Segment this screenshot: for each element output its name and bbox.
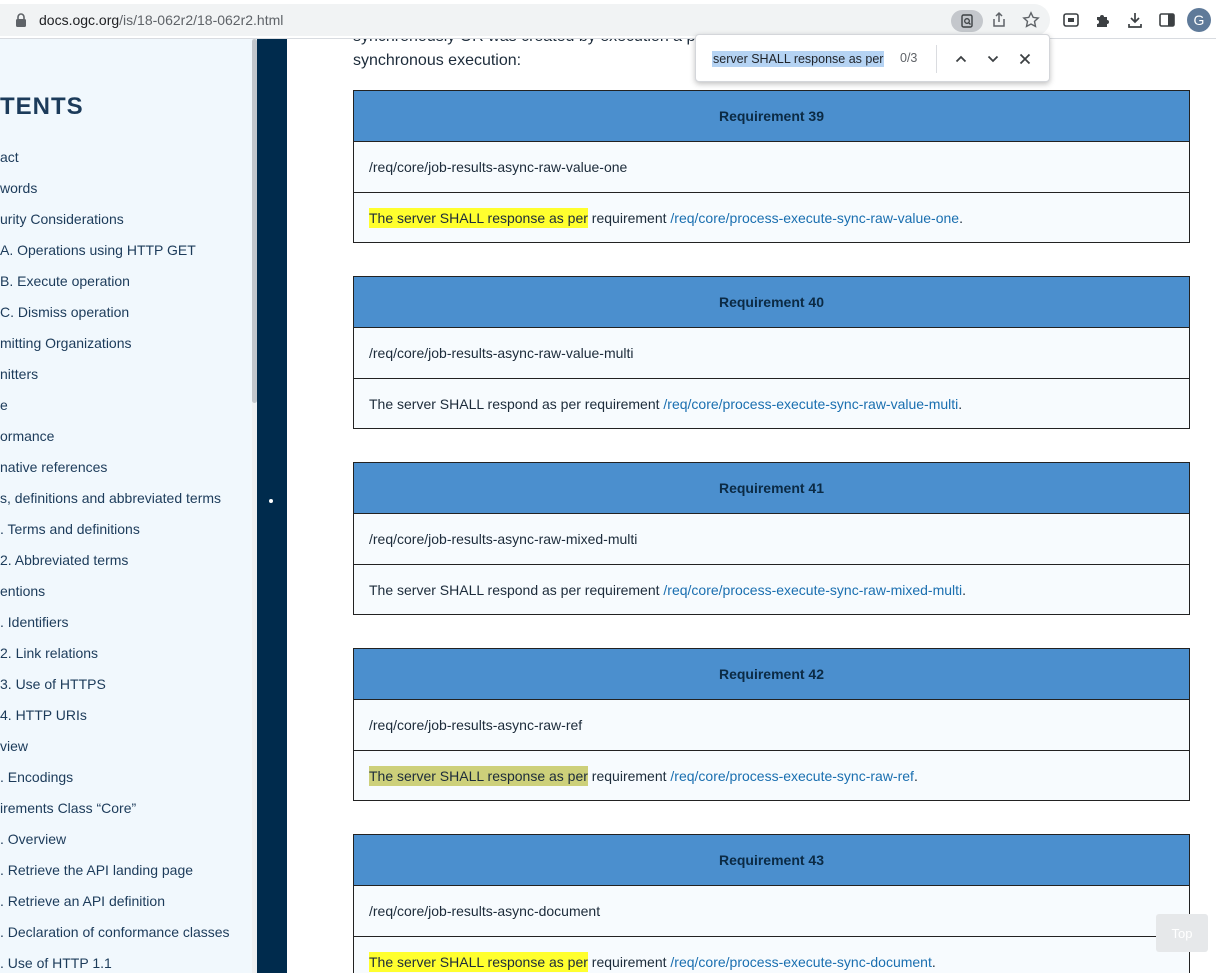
requirement-id: /req/core/job-results-async-raw-ref <box>354 700 1189 751</box>
requirement-link[interactable]: /req/core/process-execute-sync-raw-value… <box>663 396 958 412</box>
toc-item[interactable]: e <box>0 397 8 413</box>
requirement-statement: The server SHALL respond as per requirem… <box>354 379 1189 428</box>
address-bar[interactable]: docs.ogc.org/is/18-062r2/18-062r2.html <box>0 4 1050 36</box>
back-to-top-button[interactable]: Top <box>1156 914 1208 952</box>
toc-item[interactable]: . Retrieve the API landing page <box>0 862 193 878</box>
lock-icon[interactable] <box>13 12 29 28</box>
toc-item[interactable]: act <box>0 149 19 165</box>
download-icon[interactable] <box>1125 10 1145 30</box>
find-next-chevron-down-icon[interactable] <box>983 49 1003 69</box>
toc-item[interactable]: words <box>0 180 37 196</box>
find-match-count: 0/3 <box>900 51 918 65</box>
statement-period: . <box>913 767 918 784</box>
find-separator <box>936 45 937 73</box>
requirement-title: Requirement 41 <box>354 463 1189 514</box>
requirement-title: Requirement 40 <box>354 277 1189 328</box>
url-host: docs.ogc.org <box>39 12 120 28</box>
toc-item[interactable]: . Use of HTTP 1.1 <box>0 955 112 971</box>
toc-item[interactable]: . Overview <box>0 831 66 847</box>
url-text[interactable]: docs.ogc.org/is/18-062r2/18-062r2.html <box>39 12 283 28</box>
toc-item[interactable]: 3. Use of HTTPS <box>0 676 106 692</box>
find-previous-chevron-up-icon[interactable] <box>951 49 971 69</box>
statement-mid: requirement <box>580 581 664 598</box>
toc-sidebar: TENTS act words urity Considerations A. Ope… <box>0 39 252 973</box>
bookmark-star-icon[interactable] <box>1021 10 1041 30</box>
toc-item[interactable]: nitters <box>0 366 38 382</box>
toc-title: TENTS <box>0 93 84 120</box>
side-panel-icon[interactable] <box>1157 10 1177 30</box>
puzzle-extensions-icon[interactable] <box>1093 10 1113 30</box>
find-close-icon[interactable] <box>1015 49 1035 69</box>
toc-item[interactable]: . Encodings <box>0 769 73 785</box>
profile-avatar[interactable]: G <box>1187 8 1211 32</box>
main-content: synchronously OR was created by executio… <box>287 39 1216 973</box>
requirement-statement: The server SHALL response as per require… <box>354 193 1189 242</box>
toc-item[interactable]: s, definitions and abbreviated terms <box>0 490 221 506</box>
toc-item[interactable]: A. Operations using HTTP GET <box>0 242 196 258</box>
statement-period: . <box>958 395 963 412</box>
find-match-highlight: The server SHALL response as per <box>369 951 588 972</box>
requirement-title: Requirement 39 <box>354 91 1189 142</box>
toc-item[interactable]: entions <box>0 583 45 599</box>
statement-mid: requirement <box>580 395 664 412</box>
statement-period: . <box>962 581 967 598</box>
toc-item[interactable]: urity Considerations <box>0 211 124 227</box>
toc-item[interactable]: . Retrieve an API definition <box>0 893 165 909</box>
toc-item[interactable]: 4. HTTP URIs <box>0 707 87 723</box>
toc-item[interactable]: . Identifiers <box>0 614 68 630</box>
requirement-title: Requirement 43 <box>354 835 1189 886</box>
statement-period: . <box>931 953 936 970</box>
find-match-highlight: The server SHALL response as per <box>369 207 588 228</box>
strip-dot <box>269 499 273 503</box>
toc-item[interactable]: . Terms and definitions <box>0 521 140 537</box>
requirement-id: /req/core/job-results-async-raw-value-mu… <box>354 328 1189 379</box>
statement-mid: requirement <box>587 767 671 784</box>
dark-divider-strip <box>257 39 287 973</box>
toc-item[interactable]: B. Execute operation <box>0 273 130 289</box>
requirement-table: Requirement 39/req/core/job-results-asyn… <box>353 90 1190 243</box>
toc-item[interactable]: . Declaration of conformance classes <box>0 924 230 940</box>
find-bar: server SHALL response as per 0/3 <box>695 34 1050 82</box>
find-in-page-indicator-icon[interactable] <box>951 10 983 32</box>
requirement-link[interactable]: /req/core/process-execute-sync-raw-ref <box>670 768 914 784</box>
toc-item[interactable]: mitting Organizations <box>0 335 132 351</box>
toc-item[interactable]: 2. Link relations <box>0 645 98 661</box>
requirement-table: Requirement 43/req/core/job-results-asyn… <box>353 834 1190 973</box>
toc-item[interactable]: native references <box>0 459 107 475</box>
requirement-table: Requirement 42/req/core/job-results-asyn… <box>353 648 1190 801</box>
requirement-id: /req/core/job-results-async-raw-mixed-mu… <box>354 514 1189 565</box>
toc-item[interactable]: ormance <box>0 428 54 444</box>
statement-mid: requirement <box>587 953 671 970</box>
statement-lead: The server SHALL respond as per <box>369 581 581 598</box>
statement-period: . <box>959 209 963 226</box>
requirement-id: /req/core/job-results-async-document <box>354 886 1189 937</box>
toc-item[interactable]: C. Dismiss operation <box>0 304 129 320</box>
requirement-statement: The server SHALL response as per require… <box>354 751 1189 800</box>
intro-line-2: synchronous execution: <box>353 52 522 69</box>
requirement-link[interactable]: /req/core/process-execute-sync-raw-mixed… <box>663 582 962 598</box>
requirement-table: Requirement 41/req/core/job-results-asyn… <box>353 462 1190 615</box>
find-input[interactable]: server SHALL response as per <box>712 51 885 67</box>
requirement-table: Requirement 40/req/core/job-results-asyn… <box>353 276 1190 429</box>
share-icon[interactable] <box>989 10 1009 30</box>
toc-item[interactable]: view <box>0 738 28 754</box>
requirement-statement: The server SHALL response as per require… <box>354 937 1189 973</box>
requirement-title: Requirement 42 <box>354 649 1189 700</box>
extension-icon[interactable] <box>1061 10 1081 30</box>
find-match-highlight: The server SHALL response as per <box>369 765 588 786</box>
statement-lead: The server SHALL respond as per <box>369 395 581 412</box>
requirement-link[interactable]: /req/core/process-execute-sync-document <box>670 954 931 970</box>
toc-item[interactable]: 2. Abbreviated terms <box>0 552 128 568</box>
requirement-id: /req/core/job-results-async-raw-value-on… <box>354 142 1189 193</box>
url-path: /is/18-062r2/18-062r2.html <box>119 12 284 28</box>
requirement-link[interactable]: /req/core/process-execute-sync-raw-value… <box>670 210 959 226</box>
statement-mid: requirement <box>587 209 671 226</box>
requirement-statement: The server SHALL respond as per requirem… <box>354 565 1189 614</box>
toc-item[interactable]: irements Class “Core” <box>0 800 136 816</box>
